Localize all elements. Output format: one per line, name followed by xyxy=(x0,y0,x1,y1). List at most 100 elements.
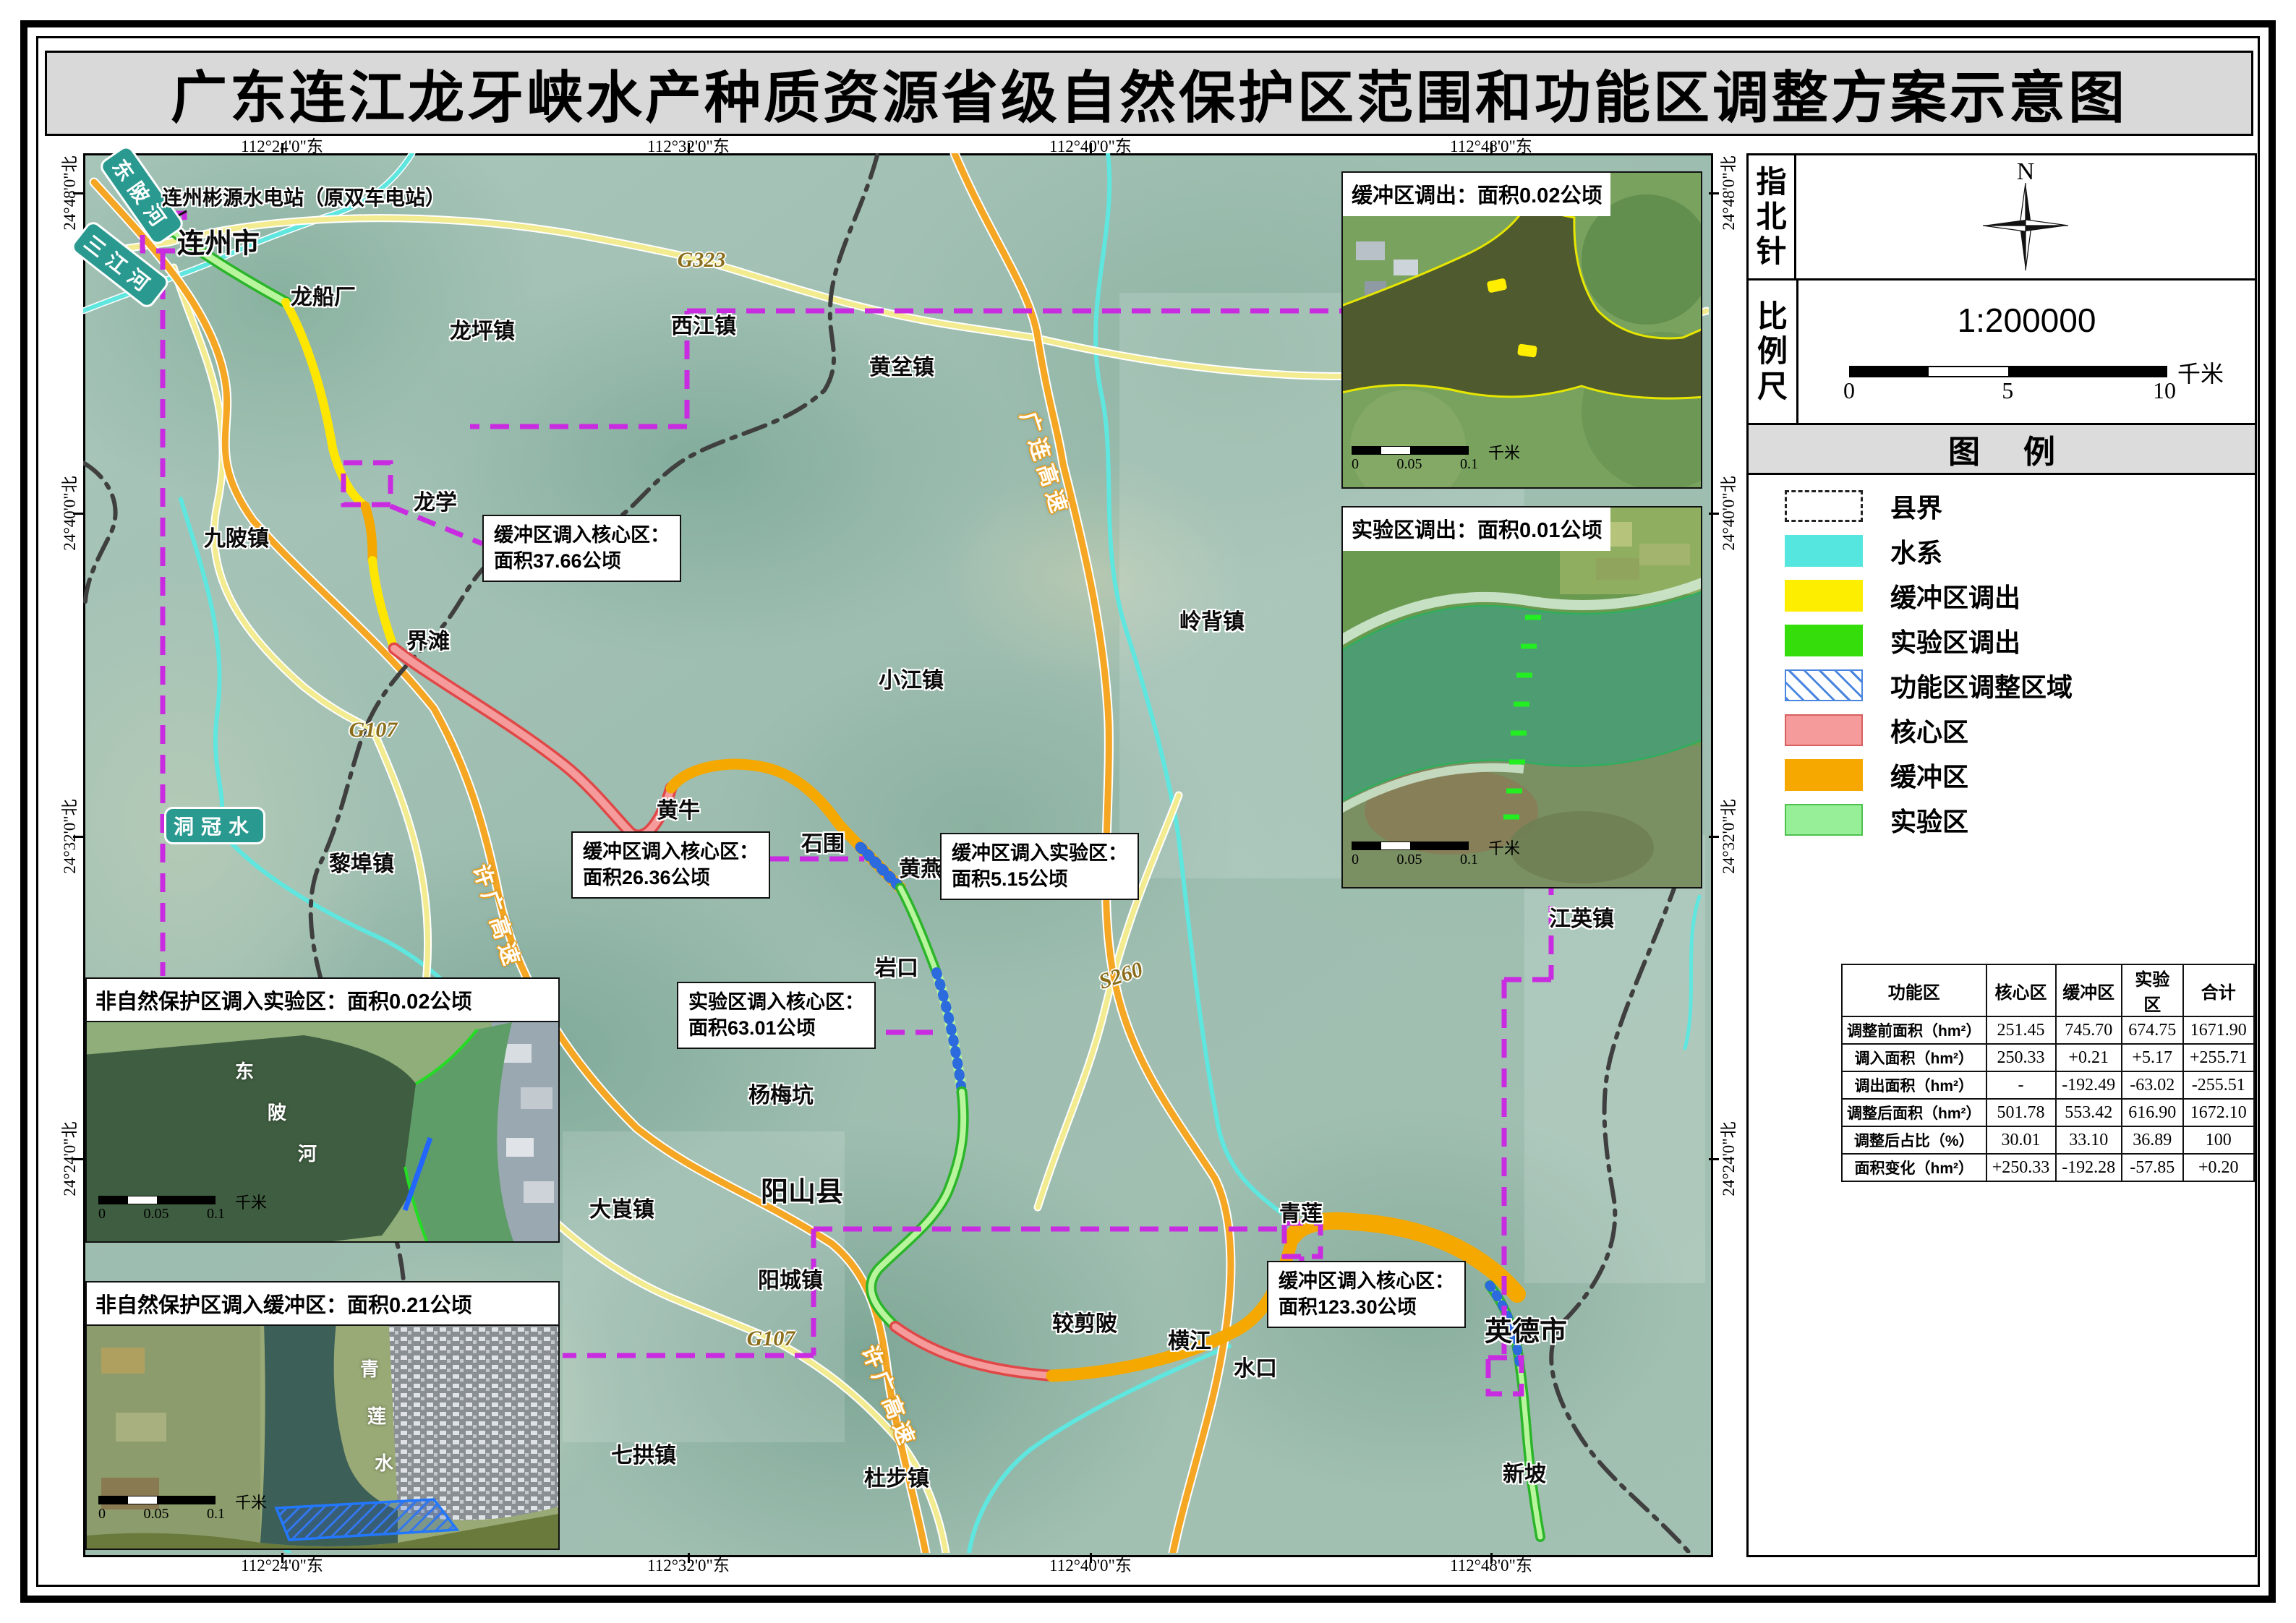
table-cell: 100 xyxy=(2183,1126,2254,1154)
table-row-label: 面积变化（hm²） xyxy=(1842,1154,1986,1181)
town-label: 黎埠镇 xyxy=(329,846,394,878)
table-header: 合计 xyxy=(2183,964,2254,1016)
callout-line: 面积26.36公顷 xyxy=(583,865,759,891)
inset-title: 非自然保护区调入实验区：面积0.02公顷 xyxy=(87,979,558,1022)
river-char: 莲 xyxy=(367,1402,386,1429)
river-char: 陂 xyxy=(268,1098,286,1125)
table-row-label: 调整前面积（hm²） xyxy=(1842,1016,1986,1044)
legend-label: 实验区 xyxy=(1890,801,1968,839)
town-label: 横江 xyxy=(1168,1323,1211,1355)
axis-tick xyxy=(688,143,690,153)
table-cell: +0.20 xyxy=(2183,1154,2254,1181)
town-label: 龙船厂 xyxy=(291,279,356,311)
legend-label: 水系 xyxy=(1890,532,1942,570)
town-label: 九陂镇 xyxy=(204,521,269,552)
legend-label: 县界 xyxy=(1890,487,1942,525)
inset-experiment-out: 实验区调出：面积0.01公顷 千米 00.050.1 xyxy=(1341,506,1702,888)
axis-tick xyxy=(73,836,83,838)
river-char: 河 xyxy=(298,1139,317,1166)
scale-section: 比例尺 1:200000 千米 0 5 10 xyxy=(1749,281,2255,425)
town-label: 七拱镇 xyxy=(611,1437,676,1469)
town-label: 黄牛 xyxy=(657,792,700,824)
callout-buffer-to-core-26: 缓冲区调入核心区： 面积26.36公顷 xyxy=(571,831,770,899)
town-label: 龙坪镇 xyxy=(450,313,515,345)
legend-label: 实验区调出 xyxy=(1890,622,2020,659)
town-label: 黄燕 xyxy=(899,851,942,883)
table-cell: +0.21 xyxy=(2056,1044,2122,1071)
callout-line: 缓冲区调入实验区： xyxy=(952,840,1127,866)
legend-item-adjust-area: 功能区调整区域 xyxy=(1785,669,2073,701)
legend-swatch-water-system-icon xyxy=(1785,535,1863,567)
town-label: 黄坌镇 xyxy=(869,349,934,381)
table-row-label: 调整后占比（%） xyxy=(1842,1126,1986,1154)
axis-tick xyxy=(1090,143,1092,153)
scale-bar: 千米 0 5 10 xyxy=(1849,366,2167,402)
legend-swatch-adjust-area-icon xyxy=(1785,669,1863,701)
road-label: G107 xyxy=(747,1327,795,1351)
table-row: 调整前面积（hm²）251.45745.70674.751671.90 xyxy=(1842,1016,2254,1044)
legend-swatch-core-zone-icon xyxy=(1785,714,1863,746)
inset-scalebar: 千米 00.050.1 xyxy=(98,1496,225,1523)
table-cell: -192.49 xyxy=(2056,1071,2122,1099)
town-label: 阳城镇 xyxy=(758,1262,823,1294)
legend-title: 图例 xyxy=(1749,425,2255,475)
table-header: 功能区 xyxy=(1842,964,1986,1016)
map-title: 广东连江龙牙峡水产种质资源省级自然保护区范围和功能区调整方案示意图 xyxy=(171,53,2128,134)
table-cell: 616.90 xyxy=(2122,1099,2183,1126)
town-label: 水口 xyxy=(1234,1350,1277,1382)
river-name-label: 洞冠水 xyxy=(164,807,265,844)
town-label: 江英镇 xyxy=(1549,901,1614,933)
table-cell: 250.33 xyxy=(1986,1044,2056,1071)
callout-buffer-to-exp-5: 缓冲区调入实验区： 面积5.15公顷 xyxy=(940,833,1139,900)
axis-tick xyxy=(1090,1553,1092,1563)
river-char: 东 xyxy=(235,1057,254,1084)
callout-line: 实验区调入核心区： xyxy=(688,989,864,1015)
table-header: 核心区 xyxy=(1986,964,2056,1016)
inset-scalebar: 千米 00.050.1 xyxy=(98,1196,225,1222)
town-label: 连州市 xyxy=(177,221,260,261)
table-row-label: 调整后面积（hm²） xyxy=(1842,1099,1986,1126)
legend-label: 缓冲区调出 xyxy=(1890,577,2020,614)
callout-line: 面积5.15公顷 xyxy=(952,866,1127,892)
town-label: 西江镇 xyxy=(671,308,736,340)
town-label: 大崀镇 xyxy=(589,1191,654,1223)
inset-title: 非自然保护区调入缓冲区：面积0.21公顷 xyxy=(87,1282,558,1326)
axis-tick xyxy=(1709,1158,1719,1160)
axis-tick xyxy=(1709,192,1719,194)
scale-section-label: 比例尺 xyxy=(1749,281,1798,423)
axis-tick xyxy=(1490,143,1493,153)
table-cell: 251.45 xyxy=(1986,1016,2056,1044)
table-row-label: 调出面积（hm²） xyxy=(1842,1071,1986,1099)
page: { "title": "广东连江龙牙峡水产种质资源省级自然保护区范围和功能区调整… xyxy=(0,0,2296,1623)
legend-label: 核心区 xyxy=(1890,711,1968,749)
town-label: 小江镇 xyxy=(879,662,944,694)
callout-buffer-to-core-123: 缓冲区调入核心区： 面积123.30公顷 xyxy=(1267,1261,1466,1328)
town-label: 青莲 xyxy=(1279,1196,1323,1228)
axis-tick xyxy=(688,1553,690,1563)
callout-exp-to-core-63: 实验区调入核心区： 面积63.01公顷 xyxy=(677,982,876,1049)
table-cell: 674.75 xyxy=(2122,1016,2183,1044)
table-cell: - xyxy=(1986,1071,2056,1099)
legend-label: 缓冲区 xyxy=(1890,756,1968,794)
scale-ratio: 1:200000 xyxy=(1798,301,2255,340)
callout-line: 面积37.66公顷 xyxy=(494,548,670,574)
axis-tick xyxy=(1490,1553,1493,1563)
legend-item-experiment-out: 实验区调出 xyxy=(1785,624,2073,656)
table-cell: -192.28 xyxy=(2056,1154,2122,1181)
table-cell: +250.33 xyxy=(1986,1154,2056,1181)
axis-tick xyxy=(281,1553,283,1563)
callout-buffer-to-core-37: 缓冲区调入核心区： 面积37.66公顷 xyxy=(482,515,681,582)
table-cell: 501.78 xyxy=(1986,1099,2056,1126)
town-label: 新坡 xyxy=(1503,1456,1546,1488)
legend-swatch-buffer-out-icon xyxy=(1785,580,1863,612)
legend-item-buffer-zone: 缓冲区 xyxy=(1785,758,2073,791)
axis-tick xyxy=(1709,836,1719,838)
table-row: 调入面积（hm²）250.33+0.21+5.17+255.71 xyxy=(1842,1044,2254,1071)
table-header-row: 功能区核心区缓冲区实验区合计 xyxy=(1842,964,2254,1016)
table-row: 调整后面积（hm²）501.78553.42616.901672.10 xyxy=(1842,1099,2254,1126)
table-cell: 553.42 xyxy=(2056,1099,2122,1126)
legend-list: 县界水系缓冲区调出实验区调出功能区调整区域核心区缓冲区实验区 xyxy=(1785,489,2073,836)
axis-tick xyxy=(73,192,83,194)
legend-swatch-experiment-zone-icon xyxy=(1785,804,1863,836)
inset-buffer-out: 缓冲区调出：面积0.02公顷 千米 00.050.1 xyxy=(1341,171,1702,489)
